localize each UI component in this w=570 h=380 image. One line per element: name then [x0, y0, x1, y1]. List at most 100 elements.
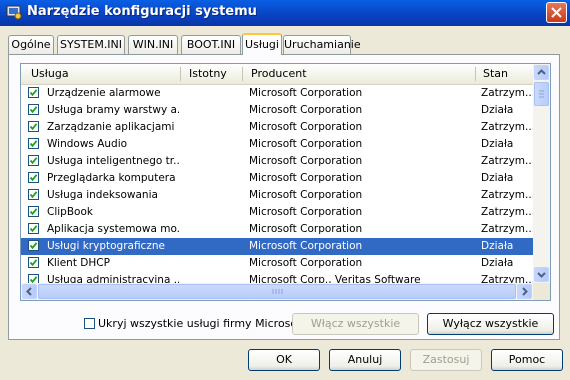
service-name: Aplikacja systemowa mo... [47, 223, 179, 235]
table-row[interactable]: Przeglądarka komputera Microsoft Corporat… [21, 170, 533, 187]
ok-button[interactable]: OK [248, 349, 320, 371]
service-vendor: Microsoft Corporation [249, 240, 363, 252]
help-button[interactable]: Pomoc [491, 349, 563, 371]
service-name: Usługi kryptograficzne [47, 240, 165, 252]
vertical-scrollbar[interactable] [533, 64, 550, 283]
close-button[interactable] [546, 2, 567, 23]
service-essential [187, 102, 241, 119]
horizontal-scroll-thumb[interactable] [38, 284, 516, 299]
service-status: Działa [481, 104, 514, 116]
service-vendor: Microsoft Corporation [249, 104, 363, 116]
service-essential [187, 238, 241, 255]
table-row[interactable]: Windows Audio Microsoft Corporation Działa [21, 136, 533, 153]
service-checkbox[interactable] [28, 87, 39, 98]
service-vendor: Microsoft Corporation [249, 172, 363, 184]
service-essential [187, 119, 241, 136]
table-row[interactable]: Usługi kryptograficzne Microsoft Corporat… [21, 238, 533, 255]
checkmark-icon [29, 208, 38, 216]
checkmark-icon [29, 242, 38, 250]
checkmark-icon [29, 106, 38, 114]
close-icon [551, 7, 562, 18]
table-row[interactable]: Zarządzanie aplikacjami Microsoft Corpora… [21, 119, 533, 136]
checkmark-icon [29, 140, 38, 148]
checkmark-icon [29, 89, 38, 97]
system-config-icon [6, 4, 22, 20]
table-row[interactable]: Usługa inteligentnego tr... Microsoft Cor… [21, 153, 533, 170]
tab-uruchamianie[interactable]: Uruchamianie [283, 35, 361, 54]
service-vendor: Microsoft Corporation [249, 206, 363, 218]
service-essential [187, 187, 241, 204]
service-status: Zatrzym... [481, 121, 533, 133]
service-checkbox[interactable] [28, 223, 39, 234]
column-header-status[interactable]: Stan [477, 64, 533, 84]
cancel-button[interactable]: Anuluj [329, 349, 401, 371]
tab-ogolne[interactable]: Ogólne [8, 35, 54, 54]
service-essential [187, 136, 241, 153]
disable-all-button[interactable]: Wyłącz wszystkie [427, 313, 554, 335]
service-vendor: Microsoft Corporation [249, 189, 363, 201]
horizontal-scrollbar[interactable] [21, 283, 533, 300]
scroll-down-button[interactable] [534, 267, 549, 282]
service-vendor: Microsoft Corporation [249, 138, 363, 150]
table-row[interactable]: Klient DHCP Microsoft Corporation Działa [21, 255, 533, 272]
column-header-essential[interactable]: Istotny [183, 64, 243, 84]
checkmark-icon [29, 225, 38, 233]
tab-uslugi[interactable]: Usługi [242, 33, 282, 55]
service-essential [187, 221, 241, 238]
column-header-vendor[interactable]: Producent [245, 64, 475, 84]
service-checkbox[interactable] [28, 138, 39, 149]
tab-boot-ini[interactable]: BOOT.INI [181, 35, 241, 54]
service-checkbox[interactable] [28, 206, 39, 217]
service-essential [187, 255, 241, 272]
table-row[interactable]: ClipBook Microsoft Corporation Zatrzym... [21, 204, 533, 221]
chevron-right-icon [522, 287, 528, 296]
scroll-left-button[interactable] [22, 284, 37, 299]
service-checkbox[interactable] [28, 172, 39, 183]
enable-all-button[interactable]: Włącz wszystkie [292, 313, 419, 335]
service-status: Działa [481, 172, 514, 184]
table-row[interactable]: Aplikacja systemowa mo... Microsoft Corpo… [21, 221, 533, 238]
table-row[interactable]: Usługa bramy warstwy a... Microsoft Corpo… [21, 102, 533, 119]
hide-microsoft-services-checkbox[interactable] [84, 318, 95, 329]
column-header-service[interactable]: Usługa [25, 64, 181, 84]
tab-system-ini[interactable]: SYSTEM.INI [57, 35, 125, 54]
chevron-down-icon [537, 272, 546, 278]
list-header: Usługa Istotny Producent Stan [21, 64, 533, 85]
scroll-right-button[interactable] [517, 284, 532, 299]
service-status: Zatrzym... [481, 87, 533, 99]
service-status: Działa [481, 138, 514, 150]
table-row[interactable]: Urządzenie alarmowe Microsoft Corporation… [21, 85, 533, 102]
service-vendor: Microsoft Corporation [249, 257, 363, 269]
service-name: Urządzenie alarmowe [47, 87, 161, 99]
service-essential [187, 153, 241, 170]
service-name: ClipBook [47, 206, 93, 218]
service-essential [187, 170, 241, 187]
service-status: Zatrzym... [481, 206, 533, 218]
service-vendor: Microsoft Corporation [249, 121, 363, 133]
service-vendor: Microsoft Corporation [249, 87, 363, 99]
tab-win-ini[interactable]: WIN.INI [128, 35, 178, 54]
service-checkbox[interactable] [28, 189, 39, 200]
services-list[interactable]: Usługa Istotny Producent Stan Urządzenie… [20, 63, 551, 301]
service-name: Usługa inteligentnego tr... [47, 155, 179, 167]
service-status: Zatrzym... [481, 189, 533, 201]
scroll-up-button[interactable] [534, 65, 549, 80]
service-checkbox[interactable] [28, 155, 39, 166]
service-essential [187, 204, 241, 221]
title-bar[interactable]: Narzędzie konfiguracji systemu [0, 0, 570, 26]
vertical-scroll-thumb[interactable] [534, 82, 549, 106]
service-name: Windows Audio [47, 138, 128, 150]
checkmark-icon [29, 123, 38, 131]
service-checkbox[interactable] [28, 240, 39, 251]
service-checkbox[interactable] [28, 104, 39, 115]
chevron-left-icon [26, 287, 32, 296]
service-checkbox[interactable] [28, 121, 39, 132]
service-checkbox[interactable] [28, 257, 39, 268]
service-name: Usługa bramy warstwy a... [47, 104, 179, 116]
apply-button[interactable]: Zastosuj [410, 349, 482, 371]
checkmark-icon [29, 191, 38, 199]
chevron-up-icon [537, 69, 546, 75]
service-vendor: Microsoft Corporation [249, 155, 363, 167]
table-row[interactable]: Usługa indeksowania Microsoft Corporation… [21, 187, 533, 204]
hide-microsoft-services-label[interactable]: Ukryj wszystkie usługi firmy Microsoft [98, 317, 305, 330]
